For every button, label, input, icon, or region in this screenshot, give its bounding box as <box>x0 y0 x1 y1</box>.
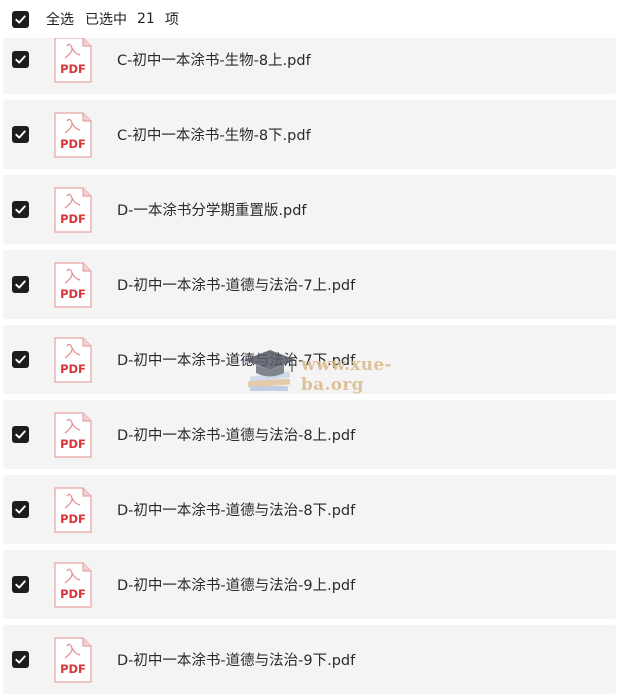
pdf-file-icon: PDF <box>53 336 93 384</box>
file-row[interactable]: PDF D-初中一本涂书-道德与法治-8上.pdf <box>3 400 616 469</box>
selection-header: 全选 已选中 21 项 <box>0 0 619 38</box>
file-name: D-一本涂书分学期重置版.pdf <box>117 203 307 219</box>
pdf-file-icon: PDF <box>53 261 93 309</box>
file-checkbox[interactable] <box>12 426 29 443</box>
file-row[interactable]: PDF C-初中一本涂书-生物-8下.pdf <box>3 100 616 169</box>
svg-text:PDF: PDF <box>60 362 86 376</box>
checkmark-icon <box>15 505 26 514</box>
file-checkbox[interactable] <box>12 126 29 143</box>
selected-count: 21 <box>137 11 155 27</box>
pdf-file-icon: PDF <box>53 636 93 684</box>
file-name: D-初中一本涂书-道德与法治-7下.pdf <box>117 353 356 369</box>
pdf-file-icon: PDF <box>53 486 93 534</box>
checkmark-icon <box>15 430 26 439</box>
select-all-checkbox[interactable] <box>12 10 29 28</box>
file-checkbox[interactable] <box>12 576 29 593</box>
file-checkbox[interactable] <box>12 276 29 293</box>
pdf-file-icon: PDF <box>53 111 93 159</box>
checkmark-icon <box>15 355 26 364</box>
svg-text:PDF: PDF <box>60 587 86 601</box>
file-checkbox[interactable] <box>12 651 29 668</box>
file-name: C-初中一本涂书-生物-8上.pdf <box>117 53 311 69</box>
pdf-file-icon: PDF <box>53 561 93 609</box>
file-row[interactable]: PDF D-初中一本涂书-道德与法治-7下.pdf <box>3 325 616 394</box>
checkmark-icon <box>15 580 26 589</box>
svg-text:PDF: PDF <box>60 212 86 226</box>
file-row[interactable]: PDF D-初中一本涂书-道德与法治-9上.pdf <box>3 550 616 619</box>
svg-text:PDF: PDF <box>60 62 86 76</box>
checkmark-icon <box>15 655 26 664</box>
svg-text:PDF: PDF <box>60 512 86 526</box>
file-selection-page: 全选 已选中 21 项 PDF C-初中一本涂书-生物-8上.pdf PDF C… <box>0 0 619 695</box>
file-row[interactable]: PDF D-一本涂书分学期重置版.pdf <box>3 175 616 244</box>
checkmark-icon <box>15 55 26 64</box>
pdf-file-icon: PDF <box>53 36 93 84</box>
file-row[interactable]: PDF D-初中一本涂书-道德与法治-9下.pdf <box>3 625 616 694</box>
checkmark-icon <box>15 14 26 24</box>
pdf-file-icon: PDF <box>53 411 93 459</box>
pdf-file-icon: PDF <box>53 186 93 234</box>
file-checkbox[interactable] <box>12 51 29 68</box>
checkmark-icon <box>15 130 26 139</box>
select-all-label[interactable]: 全选 <box>46 9 74 29</box>
svg-text:PDF: PDF <box>60 662 86 676</box>
svg-text:PDF: PDF <box>60 287 86 301</box>
file-name: D-初中一本涂书-道德与法治-9下.pdf <box>117 653 356 669</box>
selected-label: 已选中 <box>85 12 127 28</box>
file-checkbox[interactable] <box>12 201 29 218</box>
checkmark-icon <box>15 205 26 214</box>
file-checkbox[interactable] <box>12 351 29 368</box>
file-name: D-初中一本涂书-道德与法治-7上.pdf <box>117 278 356 294</box>
svg-text:PDF: PDF <box>60 137 86 151</box>
checkmark-icon <box>15 280 26 289</box>
file-name: C-初中一本涂书-生物-8下.pdf <box>117 128 311 144</box>
file-name: D-初中一本涂书-道德与法治-8下.pdf <box>117 503 356 519</box>
file-row[interactable]: PDF D-初中一本涂书-道德与法治-7上.pdf <box>3 250 616 319</box>
svg-text:PDF: PDF <box>60 437 86 451</box>
file-name: D-初中一本涂书-道德与法治-9上.pdf <box>117 578 356 594</box>
selected-unit: 项 <box>164 12 179 28</box>
file-name: D-初中一本涂书-道德与法治-8上.pdf <box>117 428 356 444</box>
file-checkbox[interactable] <box>12 501 29 518</box>
file-row[interactable]: PDF D-初中一本涂书-道德与法治-8下.pdf <box>3 475 616 544</box>
